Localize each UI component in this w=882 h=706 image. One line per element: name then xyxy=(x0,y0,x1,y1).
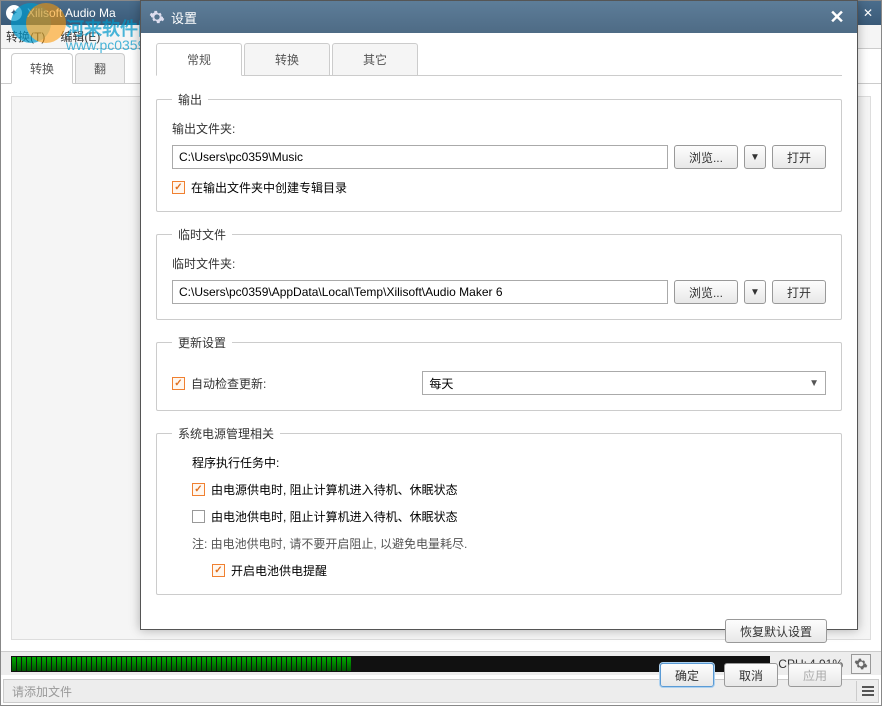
update-group: 更新设置 ✓ 自动检查更新: 每天 ▼ xyxy=(156,334,842,411)
create-album-dir-checkbox[interactable]: ✓ xyxy=(172,181,185,194)
battery-reminder-checkbox[interactable]: ✓ xyxy=(212,564,225,577)
output-open-button[interactable]: 打开 xyxy=(772,145,826,169)
apply-button: 应用 xyxy=(788,663,842,687)
ac-prevent-label: 由电源供电时, 阻止计算机进入待机、休眠状态 xyxy=(211,481,458,498)
dialog-tabs: 常规 转换 其它 xyxy=(156,43,842,76)
update-frequency-value: 每天 xyxy=(429,375,453,392)
list-view-button[interactable] xyxy=(856,681,878,701)
temp-browse-button[interactable]: 浏览... xyxy=(674,280,738,304)
battery-reminder-label: 开启电池供电提醒 xyxy=(231,562,327,579)
settings-dialog: 设置 ✕ 常规 转换 其它 输出 输出文件夹: 浏览... ▼ 打开 ✓ 在输出… xyxy=(140,0,858,630)
chevron-down-icon: ▼ xyxy=(809,378,819,389)
output-browse-button[interactable]: 浏览... xyxy=(674,145,738,169)
tab-other[interactable]: 其它 xyxy=(332,43,418,75)
temp-browse-dropdown[interactable]: ▼ xyxy=(744,280,766,304)
list-icon xyxy=(861,684,875,698)
output-group: 输出 输出文件夹: 浏览... ▼ 打开 ✓ 在输出文件夹中创建专辑目录 xyxy=(156,91,842,212)
create-album-dir-label: 在输出文件夹中创建专辑目录 xyxy=(191,179,347,196)
restore-row: 恢复默认设置 xyxy=(156,609,842,653)
close-button[interactable]: ✕ xyxy=(860,6,876,20)
output-legend: 输出 xyxy=(172,91,208,108)
temp-folder-label: 临时文件夹: xyxy=(172,255,826,272)
auto-check-label: 自动检查更新: xyxy=(191,375,266,392)
restore-defaults-button[interactable]: 恢复默认设置 xyxy=(725,619,827,643)
menu-file[interactable]: 转换(T) xyxy=(6,28,45,45)
update-legend: 更新设置 xyxy=(172,334,232,351)
power-subtitle: 程序执行任务中: xyxy=(192,454,826,471)
dialog-title: 设置 xyxy=(171,8,825,27)
output-browse-dropdown[interactable]: ▼ xyxy=(744,145,766,169)
battery-prevent-checkbox[interactable]: ✓ xyxy=(192,510,205,523)
dialog-close-button[interactable]: ✕ xyxy=(825,5,849,29)
dialog-titlebar: 设置 ✕ xyxy=(141,1,857,33)
battery-prevent-label: 由电池供电时, 阻止计算机进入待机、休眠状态 xyxy=(211,508,458,525)
output-folder-input[interactable] xyxy=(172,145,668,169)
menu-edit[interactable]: 编辑(E) xyxy=(60,28,100,45)
temp-legend: 临时文件 xyxy=(172,226,232,243)
auto-check-checkbox[interactable]: ✓ xyxy=(172,377,185,390)
tab-general[interactable]: 常规 xyxy=(156,43,242,76)
cancel-button[interactable]: 取消 xyxy=(724,663,778,687)
temp-folder-input[interactable] xyxy=(172,280,668,304)
power-note: 注: 由电池供电时, 请不要开启阻止, 以避免电量耗尽. xyxy=(192,535,826,552)
app-logo-icon: ✦ xyxy=(6,5,22,21)
temp-group: 临时文件 临时文件夹: 浏览... ▼ 打开 xyxy=(156,226,842,320)
power-group: 系统电源管理相关 程序执行任务中: ✓ 由电源供电时, 阻止计算机进入待机、休眠… xyxy=(156,425,842,595)
update-frequency-select[interactable]: 每天 ▼ xyxy=(422,371,826,395)
dialog-footer: 确定 取消 应用 xyxy=(141,663,857,697)
power-legend: 系统电源管理相关 xyxy=(172,425,280,442)
temp-open-button[interactable]: 打开 xyxy=(772,280,826,304)
settings-icon xyxy=(149,9,165,25)
tab-convert-settings[interactable]: 转换 xyxy=(244,43,330,75)
ac-prevent-checkbox[interactable]: ✓ xyxy=(192,483,205,496)
tab-translate[interactable]: 翻 xyxy=(75,53,125,83)
tab-convert[interactable]: 转换 xyxy=(11,53,73,84)
output-folder-label: 输出文件夹: xyxy=(172,120,826,137)
ok-button[interactable]: 确定 xyxy=(660,663,714,687)
